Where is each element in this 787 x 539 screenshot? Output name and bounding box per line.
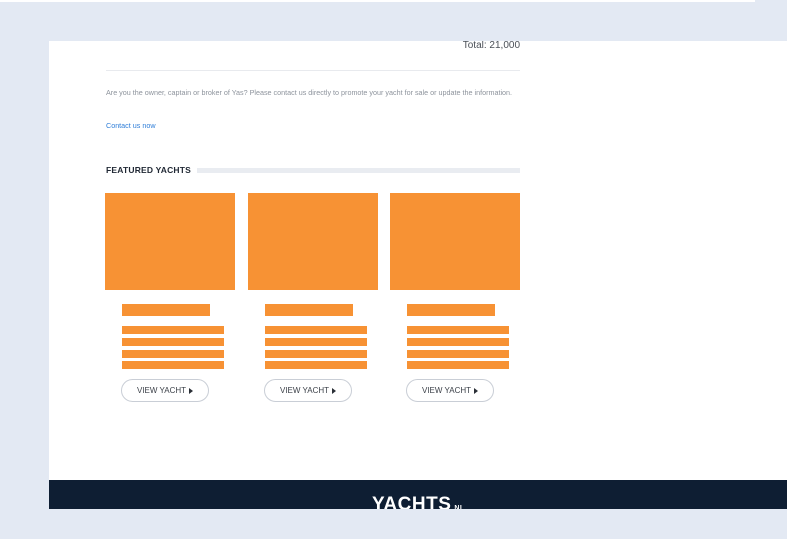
logo-text: YACHTS [372,494,452,509]
yacht-text-placeholder [407,326,509,334]
window-top-edge [0,0,787,2]
yacht-text-placeholder [122,338,224,346]
window-top-gap [755,0,787,2]
site-footer: YACHTS NL [49,480,787,509]
yacht-text-placeholder [122,361,224,369]
yacht-title-placeholder [122,304,210,316]
yacht-text-placeholder [122,326,224,334]
owner-notice-text: Are you the owner, captain or broker of … [106,88,513,97]
logo-suffix: NL [454,505,465,509]
contact-us-link[interactable]: Contact us now [106,121,156,130]
yacht-image-placeholder[interactable] [248,193,378,290]
caret-right-icon [474,387,479,394]
view-yacht-label: VIEW YACHT [421,386,472,395]
view-yacht-label: VIEW YACHT [136,386,187,395]
yacht-card: VIEW YACHT [248,193,378,407]
view-yacht-button[interactable]: VIEW YACHT [406,379,494,402]
yacht-text-placeholder [265,326,367,334]
view-yacht-button[interactable]: VIEW YACHT [264,379,352,402]
view-yacht-label: VIEW YACHT [279,386,330,395]
caret-right-icon [332,387,337,394]
yacht-title-placeholder [407,304,495,316]
yacht-text-placeholder [407,361,509,369]
yacht-image-placeholder[interactable] [105,193,235,290]
featured-yachts-title: FEATURED YACHTS [106,165,192,175]
yacht-card: VIEW YACHT [390,193,520,407]
featured-yachts-rule [197,167,520,173]
view-yacht-button[interactable]: VIEW YACHT [121,379,209,402]
yacht-text-placeholder [122,350,224,358]
yacht-image-placeholder[interactable] [390,193,520,290]
yacht-text-placeholder [265,338,367,346]
yacht-text-placeholder [407,350,509,358]
yacht-title-placeholder [265,304,353,316]
yacht-card: VIEW YACHT [105,193,235,407]
featured-yachts-header: FEATURED YACHTS [106,164,520,176]
yacht-text-placeholder [265,350,367,358]
section-divider [106,70,520,71]
yacht-text-placeholder [407,338,509,346]
yacht-text-placeholder [265,361,367,369]
total-count: Total: 21,000 [462,41,520,51]
page-content: Total: 21,000 Are you the owner, captain… [49,41,787,509]
yachts-nl-logo[interactable]: YACHTS NL [372,495,465,509]
caret-right-icon [189,387,194,394]
